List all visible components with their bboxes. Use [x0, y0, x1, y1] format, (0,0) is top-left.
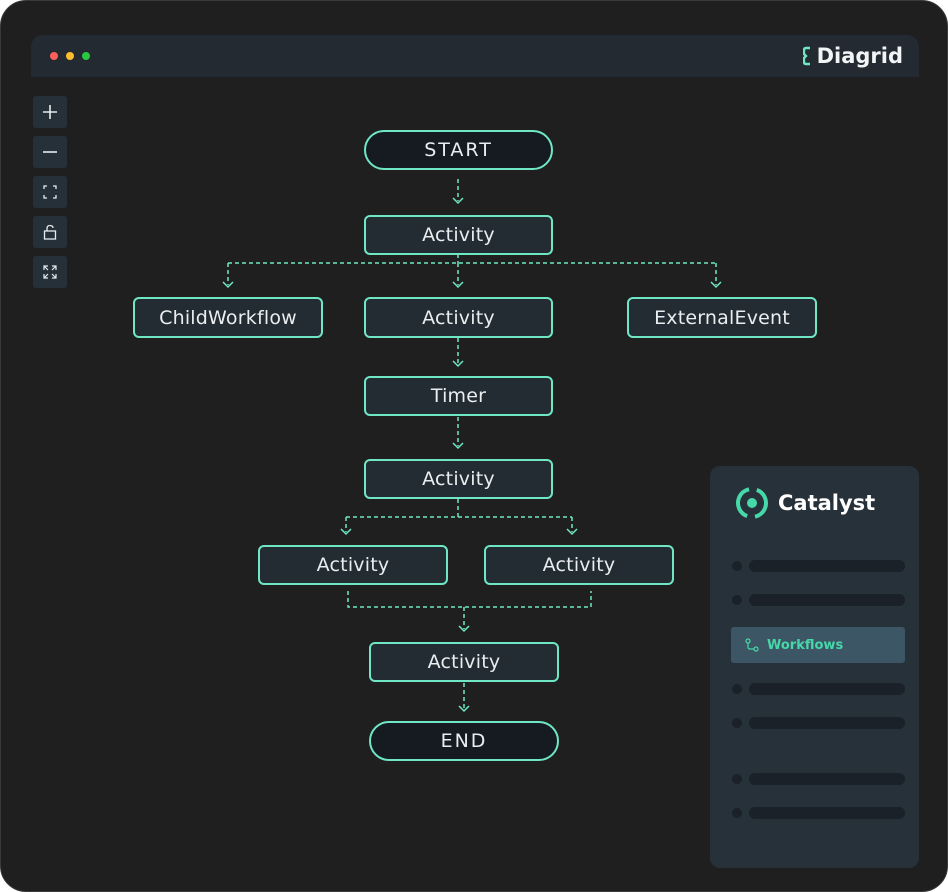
nav-item-placeholder[interactable] [732, 594, 907, 606]
catalyst-panel: Catalyst Workflows [710, 466, 919, 868]
nav-item-workflows-label: Workflows [767, 637, 844, 653]
activity-node[interactable]: Activity [369, 642, 559, 682]
end-node[interactable]: END [369, 721, 559, 761]
nav-item-workflows[interactable]: Workflows [731, 627, 905, 663]
start-node[interactable]: START [364, 130, 553, 170]
activity-node[interactable]: Activity [364, 459, 553, 499]
nav-item-placeholder[interactable] [732, 560, 907, 572]
nav-item-placeholder[interactable] [732, 773, 907, 785]
activity-node[interactable]: Activity [364, 215, 553, 255]
nav-item-placeholder[interactable] [732, 683, 907, 695]
activity-node[interactable]: Activity [258, 545, 448, 585]
catalyst-logo: Catalyst [734, 485, 875, 521]
external-event-node[interactable]: ExternalEvent [627, 297, 817, 338]
edge-activity-split [345, 499, 573, 532]
child-workflow-node[interactable]: ChildWorkflow [133, 297, 323, 338]
nav-item-placeholder[interactable] [732, 717, 907, 729]
workflow-icon [745, 638, 759, 652]
edge-activity-branches [227, 254, 717, 285]
timer-node[interactable]: Timer [364, 376, 553, 416]
catalyst-logo-text: Catalyst [778, 491, 876, 515]
activity-node[interactable]: Activity [364, 297, 553, 338]
edge-join [347, 591, 592, 629]
nav-item-placeholder[interactable] [732, 807, 907, 819]
catalyst-logo-icon [736, 487, 768, 519]
app-window: Diagrid START Activity ChildWorkflow Act… [0, 0, 948, 892]
activity-node[interactable]: Activity [484, 545, 674, 585]
